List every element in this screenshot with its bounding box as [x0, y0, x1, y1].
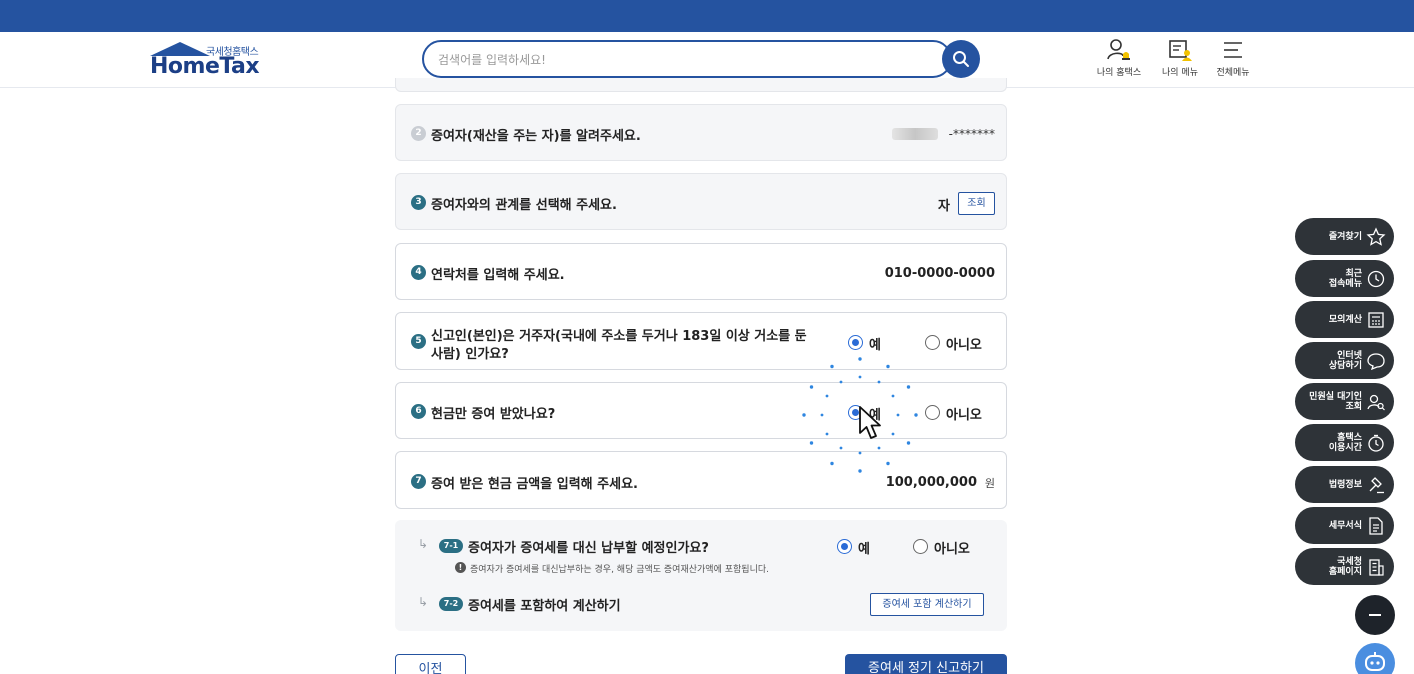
document-icon	[1369, 517, 1383, 535]
all-menu-label: 전체메뉴	[1216, 68, 1250, 78]
cash-amount-value[interactable]: 100,000,000	[886, 475, 977, 490]
sidebar-item-label: 모의계산	[1328, 314, 1362, 325]
sidebar-item-label: 홈택스 이용시간	[1328, 432, 1362, 453]
chatbot-button[interactable]	[1355, 643, 1395, 674]
search-button[interactable]	[942, 40, 980, 78]
minus-icon	[1369, 614, 1381, 616]
sidebar-item-simulation[interactable]: 모의계산	[1295, 301, 1394, 338]
my-menu-link[interactable]: 나의 메뉴	[1157, 38, 1203, 78]
clock-icon	[1367, 270, 1385, 288]
sub-arrow-icon: ↳	[418, 537, 429, 551]
question-text: 증여자와의 관계를 선택해 주세요.	[431, 198, 617, 213]
all-menu-link[interactable]: 전체메뉴	[1211, 38, 1255, 78]
sidebar-item-label: 법령정보	[1328, 479, 1362, 490]
collapse-menu-button[interactable]	[1355, 595, 1395, 635]
relation-value: 자	[938, 199, 950, 214]
sidebar-item-waiting[interactable]: 민원실 대기인 조회	[1295, 383, 1394, 420]
sub-arrow-icon: ↳	[418, 595, 429, 609]
sidebar-item-label: 국세청 홈페이지	[1328, 556, 1362, 577]
sidebar-item-consult[interactable]: 인터넷 상담하기	[1295, 342, 1394, 379]
search-icon	[953, 51, 969, 67]
mouse-cursor-icon	[859, 406, 881, 439]
calc-with-tax-button[interactable]: 증여세 포함 계산하기	[870, 593, 984, 616]
previous-question-card	[395, 78, 1007, 92]
sidebar-item-label: 인터넷 상담하기	[1328, 350, 1362, 371]
question-number: 4	[411, 265, 426, 280]
prev-button[interactable]: 이전	[395, 654, 466, 674]
hamburger-icon	[1224, 42, 1242, 58]
my-menu-label: 나의 메뉴	[1162, 68, 1198, 78]
radio-dot	[925, 335, 940, 350]
sidebar-item-recent[interactable]: 최근 접속메뉴	[1295, 260, 1394, 297]
relation-lookup-button[interactable]: 조회	[958, 192, 995, 215]
person-list-icon	[1169, 40, 1192, 61]
radio-dot	[925, 405, 940, 420]
sub-question-badge: 7-1	[439, 539, 463, 553]
sub-question-text: 증여자가 증여세를 대신 납부할 예정인가요?	[468, 541, 709, 556]
question-number: 7	[411, 474, 426, 489]
calculator-icon	[1368, 312, 1384, 328]
sidebar-item-law[interactable]: 법령정보	[1295, 466, 1394, 503]
question-text: 증여자(재산을 주는 자)를 알려주세요.	[431, 129, 641, 144]
question-text-line2: 사람) 인가요?	[431, 347, 509, 362]
currency-unit: 원	[984, 477, 995, 490]
question-number: 6	[411, 404, 426, 419]
gavel-icon	[1369, 477, 1384, 494]
sidebar-item-label: 즐겨찾기	[1328, 231, 1362, 242]
sidebar-item-label: 최근 접속메뉴	[1328, 268, 1362, 289]
star-icon	[1366, 227, 1386, 246]
sub-question-badge: 7-2	[439, 597, 463, 611]
radio-label: 아니오	[934, 542, 970, 557]
question-card-contact: 4 연락처를 입력해 주세요. 010-0000-0000	[395, 243, 1007, 300]
top-banner	[0, 0, 1414, 32]
radio-label: 예	[858, 542, 870, 557]
logo-text: HomeTax	[150, 54, 260, 79]
contact-value[interactable]: 010-0000-0000	[885, 266, 995, 281]
submit-report-button[interactable]: 증여세 정기 신고하기	[845, 654, 1007, 674]
sidebar-item-favorites[interactable]: 즐겨찾기	[1295, 218, 1394, 255]
sidebar-item-nts-home[interactable]: 국세청 홈페이지	[1295, 548, 1394, 585]
donor-id-masked: -*******	[948, 127, 995, 141]
blurred-donor-id	[892, 128, 938, 140]
question-text: 현금만 증여 받았나요?	[431, 407, 556, 422]
question-text: 연락처를 입력해 주세요.	[431, 268, 565, 283]
sidebar-item-label: 세무서식	[1328, 520, 1362, 531]
people-search-icon	[1367, 394, 1385, 411]
radio-label: 예	[869, 338, 881, 353]
search-box	[422, 40, 952, 78]
building-icon	[1369, 559, 1384, 576]
question-number: 5	[411, 334, 426, 349]
chat-icon	[1367, 353, 1385, 371]
person-bell-icon	[1107, 39, 1130, 60]
question-text-line1: 신고인(본인)은 거주자(국내에 주소를 두거나 183일 이상 거소를 둔	[431, 329, 807, 344]
question-text: 증여 받은 현금 금액을 입력해 주세요.	[431, 477, 638, 492]
chatbot-icon	[1365, 652, 1385, 671]
info-icon: !	[455, 562, 466, 573]
hometax-logo[interactable]: 국세청홈택스 HomeTax	[148, 40, 270, 80]
question-number: 2	[411, 126, 426, 141]
sidebar-item-hours[interactable]: 홈택스 이용시간	[1295, 424, 1394, 461]
search-input[interactable]	[438, 50, 938, 70]
radio-dot	[913, 539, 928, 554]
question-card-relation: 3 증여자와의 관계를 선택해 주세요. 자 조회	[395, 173, 1007, 230]
timer-icon	[1368, 434, 1384, 452]
my-hometax-link[interactable]: 나의 홈택스	[1093, 38, 1145, 78]
sub-question-text: 증여세를 포함하여 계산하기	[468, 599, 621, 614]
question-number: 3	[411, 195, 426, 210]
my-hometax-label: 나의 홈택스	[1096, 68, 1142, 78]
radio-dot	[848, 335, 863, 350]
radio-dot	[837, 539, 852, 554]
proxy-payment-note: 증여자가 증여세를 대신납부하는 경우, 해당 금액도 증여재산가액에 포함됩니…	[470, 565, 769, 575]
radio-label: 아니오	[946, 338, 982, 353]
sidebar-item-tax-forms[interactable]: 세무서식	[1295, 507, 1394, 544]
radio-label: 아니오	[946, 408, 982, 423]
sidebar-item-label: 민원실 대기인 조회	[1309, 391, 1362, 412]
